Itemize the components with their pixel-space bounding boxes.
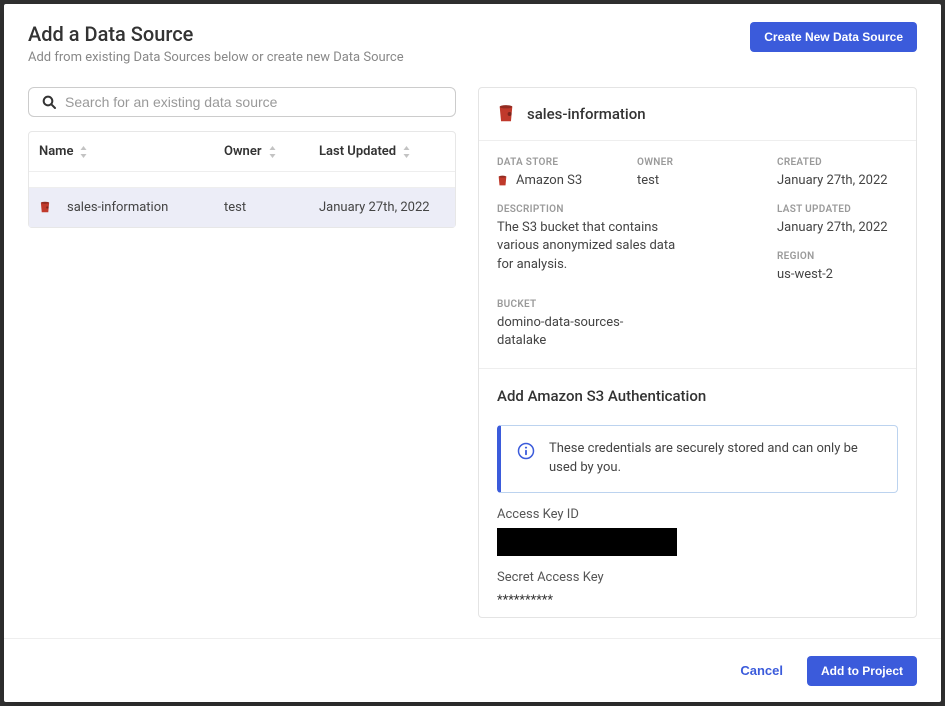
s3-icon <box>497 175 508 187</box>
field-last-updated: LAST UPDATED January 27th, 2022 <box>777 204 917 237</box>
cancel-button[interactable]: Cancel <box>728 655 795 686</box>
table-spacer <box>29 172 455 188</box>
table-row[interactable]: sales-information test January 27th, 202… <box>29 188 455 227</box>
field-description: DESCRIPTION The S3 bucket that contains … <box>497 204 637 284</box>
field-label: DATA STORE <box>497 157 637 168</box>
row-updated: January 27th, 2022 <box>319 200 445 215</box>
source-list-panel: Name Owner Last Updated <box>28 87 456 618</box>
access-key-value-redacted <box>497 528 677 556</box>
create-new-data-source-button[interactable]: Create New Data Source <box>750 22 917 52</box>
field-region: REGION us-west-2 <box>777 251 917 284</box>
info-icon <box>517 442 535 460</box>
modal-header: Add a Data Source Add from existing Data… <box>4 4 941 79</box>
sort-icon <box>268 146 277 158</box>
data-source-table: Name Owner Last Updated <box>28 131 456 228</box>
column-last-updated[interactable]: Last Updated <box>319 144 445 159</box>
search-input[interactable] <box>65 94 443 110</box>
field-data-store: DATA STORE Amazon S3 <box>497 157 637 190</box>
detail-name: sales-information <box>527 105 646 123</box>
field-value: domino-data-sources-datalake <box>497 314 627 350</box>
modal-subtitle: Add from existing Data Sources below or … <box>28 50 404 65</box>
modal-body: Name Owner Last Updated <box>4 79 941 638</box>
column-name[interactable]: Name <box>39 144 224 159</box>
field-value: us-west-2 <box>777 266 917 284</box>
auth-title: Add Amazon S3 Authentication <box>497 387 898 405</box>
field-value: January 27th, 2022 <box>777 172 917 190</box>
search-box[interactable] <box>28 87 456 117</box>
field-label: DESCRIPTION <box>497 204 637 215</box>
field-bucket: BUCKET domino-data-sources-datalake <box>497 299 637 350</box>
column-owner-label: Owner <box>224 144 262 159</box>
modal-title: Add a Data Source <box>28 22 404 46</box>
data-store-value: Amazon S3 <box>516 172 582 190</box>
field-owner: OWNER test <box>637 157 777 190</box>
search-icon <box>41 94 57 110</box>
column-updated-label: Last Updated <box>319 144 396 159</box>
field-label: BUCKET <box>497 299 637 310</box>
sort-icon <box>79 146 88 158</box>
column-name-label: Name <box>39 144 73 159</box>
row-owner: test <box>224 200 319 215</box>
access-key-label: Access Key ID <box>497 507 898 522</box>
secret-key-label: Secret Access Key <box>497 570 898 585</box>
column-owner[interactable]: Owner <box>224 144 319 159</box>
detail-metadata: DATA STORE Amazon S3 OWNER test CREATED … <box>479 141 916 369</box>
secret-key-field: Secret Access Key ********** <box>497 570 898 608</box>
access-key-field: Access Key ID <box>497 507 898 556</box>
detail-header: sales-information <box>479 88 916 141</box>
row-name: sales-information <box>67 200 168 215</box>
modal-footer: Cancel Add to Project <box>4 638 941 702</box>
info-callout: These credentials are securely stored an… <box>497 425 898 493</box>
field-value: The S3 bucket that contains various anon… <box>497 219 687 274</box>
field-label: CREATED <box>777 157 917 168</box>
modal-header-text: Add a Data Source Add from existing Data… <box>28 22 404 65</box>
secret-key-value: ********** <box>497 591 898 608</box>
add-data-source-modal: Add a Data Source Add from existing Data… <box>4 4 941 702</box>
field-value: Amazon S3 <box>497 172 637 190</box>
field-created: CREATED January 27th, 2022 <box>777 157 917 190</box>
detail-panel: sales-information DATA STORE Amazon S3 O… <box>478 87 917 618</box>
info-text: These credentials are securely stored an… <box>549 440 881 478</box>
field-label: REGION <box>777 251 917 262</box>
field-label: OWNER <box>637 157 777 168</box>
sort-icon <box>402 146 411 158</box>
field-value: January 27th, 2022 <box>777 219 917 237</box>
add-to-project-button[interactable]: Add to Project <box>807 656 917 686</box>
table-header: Name Owner Last Updated <box>29 132 455 172</box>
s3-icon <box>39 201 51 214</box>
row-name-cell: sales-information <box>39 200 224 215</box>
field-label: LAST UPDATED <box>777 204 917 215</box>
auth-section: Add Amazon S3 Authentication These crede… <box>479 369 916 618</box>
s3-icon <box>497 104 515 124</box>
field-value: test <box>637 172 777 190</box>
